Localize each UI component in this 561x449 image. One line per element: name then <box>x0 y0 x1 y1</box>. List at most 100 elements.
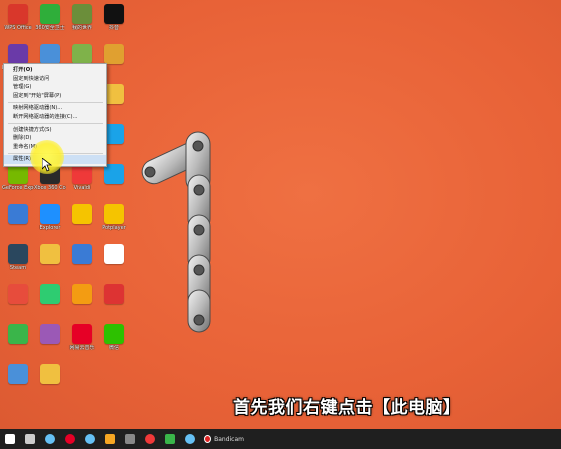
folder-icon <box>40 364 60 384</box>
app-icon <box>104 44 124 64</box>
desktop-icon-label: 360安全卫士 <box>35 25 65 31</box>
desktop-icon[interactable]: 我的世界 <box>66 2 98 40</box>
desktop-icon[interactable] <box>2 322 34 360</box>
app-icon <box>104 164 124 184</box>
app-icon <box>104 244 124 264</box>
desktop-icon-label: 抖音 <box>108 25 119 31</box>
app-icon <box>40 324 60 344</box>
app-icon <box>104 284 124 304</box>
wechat-icon <box>104 324 124 344</box>
netease-music-icon <box>65 434 75 444</box>
desktop-icon[interactable] <box>98 162 130 200</box>
taskbar-button[interactable] <box>0 429 20 449</box>
taskbar: Bandicam <box>0 429 561 449</box>
desktop-icon-label: Xbox 360 Controller <box>34 185 66 191</box>
folder-icon <box>104 84 124 104</box>
context-menu-item[interactable]: 固定到快速访问 <box>4 75 106 84</box>
app-icon <box>8 324 28 344</box>
desktop-icon[interactable]: WPS Office <box>2 2 34 40</box>
wps-icon <box>8 4 28 24</box>
record-icon <box>204 435 212 443</box>
taskbar-button[interactable] <box>140 429 160 449</box>
desktop-icon-label: 微信 <box>108 345 119 351</box>
context-menu-item[interactable]: 管理(G) <box>4 83 106 92</box>
desktop-icon[interactable]: Vivaldi <box>66 162 98 200</box>
app-icon <box>8 284 28 304</box>
context-menu-item[interactable]: 固定到"开始"屏幕(P) <box>4 92 106 101</box>
app-icon <box>8 204 28 224</box>
context-menu-item[interactable]: 创建快捷方式(S) <box>4 126 106 135</box>
desktop-icon-label: Vivaldi <box>73 185 91 191</box>
taskbar-button[interactable] <box>100 429 120 449</box>
desktop-icon[interactable]: Potplayer <box>98 202 130 240</box>
taskbar-bandicam-button[interactable]: Bandicam <box>204 435 244 443</box>
desktop-icon-label: Steam <box>9 265 27 271</box>
app-icon <box>72 284 92 304</box>
nvidia-icon <box>8 164 28 184</box>
taskbar-button[interactable] <box>20 429 40 449</box>
mouse-pointer-icon <box>42 158 52 172</box>
context-menu-item[interactable]: 映射网络驱动器(N)... <box>4 104 106 113</box>
360-guard-icon <box>40 4 60 24</box>
taskbar-button[interactable] <box>160 429 180 449</box>
vivaldi-icon <box>72 164 92 184</box>
taskbar-button[interactable] <box>60 429 80 449</box>
desktop-icon[interactable]: GeForce Experience <box>2 162 34 200</box>
app-icon <box>72 44 92 64</box>
desktop-icon[interactable] <box>66 202 98 240</box>
taskbar-button[interactable] <box>80 429 100 449</box>
desktop-icon[interactable]: 360安全卫士 <box>34 2 66 40</box>
app-icon <box>8 364 28 384</box>
this-pc-icon <box>40 44 60 64</box>
desktop-icon-label: Explorer <box>39 225 61 231</box>
steam-icon <box>45 434 55 444</box>
app-icon <box>40 284 60 304</box>
desktop-icon-label: Potplayer <box>102 225 126 231</box>
desktop-icon[interactable]: 抖音 <box>98 2 130 40</box>
desktop: WPS Office360安全卫士我的世界抖音Bandicam 2020-03-… <box>0 0 561 429</box>
steam-icon <box>8 244 28 264</box>
menu-separator <box>8 123 103 125</box>
video-subtitle: 首先我们右键点击【此电脑】 <box>233 398 461 418</box>
bike-chain-wallpaper-graphic <box>130 120 240 344</box>
desktop-icon[interactable]: Explorer <box>34 202 66 240</box>
app-icon <box>105 434 115 444</box>
folder-icon <box>40 244 60 264</box>
windows-start-icon <box>5 434 15 444</box>
desktop-icon-label: 网易云音乐 <box>69 345 95 351</box>
desktop-icon[interactable] <box>2 202 34 240</box>
context-menu-item[interactable]: 打开(O) <box>4 66 106 75</box>
desktop-icon[interactable]: Steam <box>2 242 34 280</box>
taskbar-button[interactable] <box>40 429 60 449</box>
app-icon <box>125 434 135 444</box>
task-view-icon <box>25 434 35 444</box>
video-file-icon <box>8 44 28 64</box>
taskbar-button[interactable] <box>180 429 200 449</box>
desktop-icon-label: GeForce Experience <box>2 185 34 191</box>
desktop-icon[interactable] <box>34 322 66 360</box>
steam-icon <box>85 434 95 444</box>
potplayer-icon <box>104 204 124 224</box>
app-icon <box>72 204 92 224</box>
taskbar-button[interactable] <box>120 429 140 449</box>
desktop-icon[interactable] <box>34 242 66 280</box>
app-icon <box>104 124 124 144</box>
desktop-icon[interactable] <box>66 282 98 320</box>
app-icon <box>165 434 175 444</box>
minecraft-icon <box>72 4 92 24</box>
vivaldi-icon <box>145 434 155 444</box>
desktop-icon[interactable]: 网易云音乐 <box>66 322 98 360</box>
menu-separator <box>8 101 103 103</box>
steam-icon <box>185 434 195 444</box>
context-menu-item[interactable]: 断开网络驱动器的连接(C)... <box>4 113 106 122</box>
desktop-icon[interactable] <box>34 282 66 320</box>
desktop-icon[interactable] <box>34 362 66 400</box>
desktop-icon[interactable] <box>66 242 98 280</box>
taskbar-bandicam-label: Bandicam <box>214 435 244 443</box>
desktop-icon[interactable] <box>98 282 130 320</box>
desktop-icon[interactable] <box>2 282 34 320</box>
ie-icon <box>40 204 60 224</box>
desktop-icon[interactable] <box>2 362 34 400</box>
desktop-icon[interactable] <box>98 242 130 280</box>
desktop-icon[interactable]: 微信 <box>98 322 130 360</box>
